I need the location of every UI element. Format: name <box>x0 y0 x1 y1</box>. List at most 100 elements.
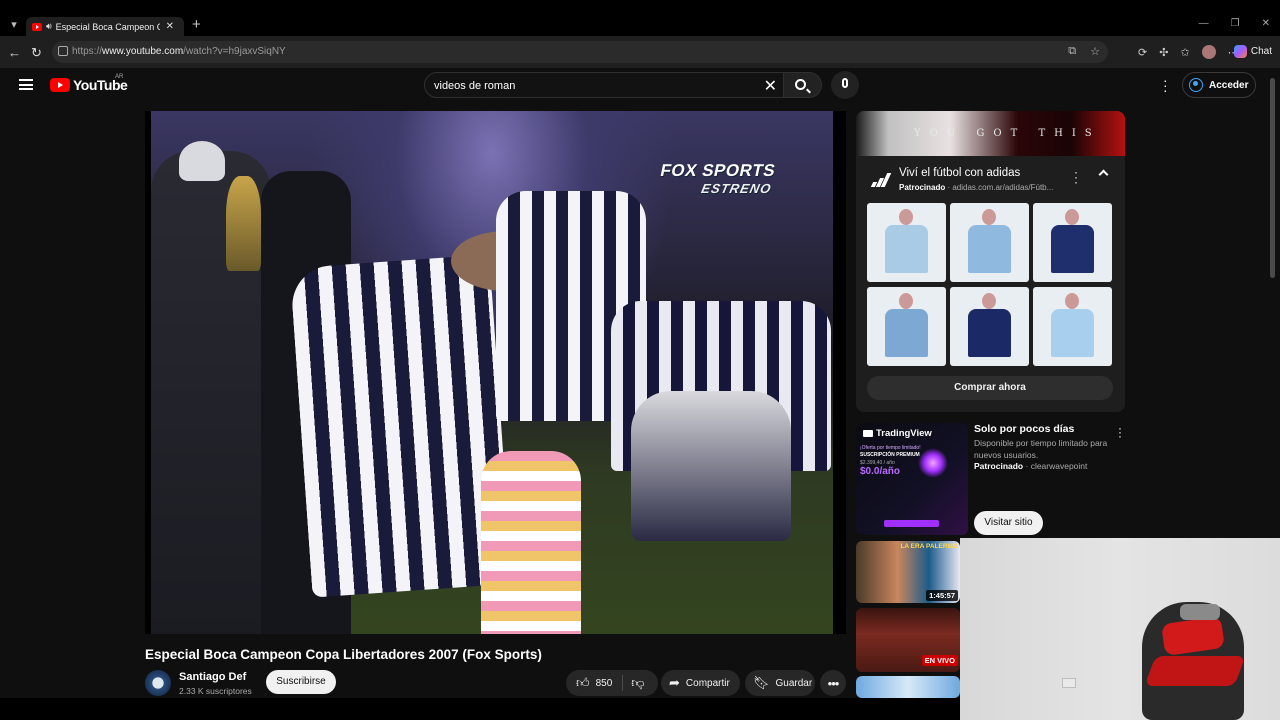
ad-banner-text: YOU GOT THIS <box>914 128 1101 139</box>
ad-title[interactable]: Viví el fútbol con adidas <box>899 167 1020 179</box>
url-text[interactable]: https://www.youtube.com/watch?v=h9jaxvSi… <box>72 46 286 57</box>
url-bar[interactable]: https://www.youtube.com/watch?v=h9jaxvSi… <box>52 41 1108 63</box>
bookmark-star-icon[interactable]: ☆ <box>1090 45 1100 58</box>
recommended-video-thumbnail[interactable] <box>856 676 960 698</box>
audio-playing-icon[interactable]: 🔊︎ <box>46 21 52 32</box>
browser-tab-bar: ▾ 🔊︎ Especial Boca Campeon Copa Libertad… <box>0 0 1280 36</box>
video-figure <box>481 451 581 634</box>
refresh-sync-icon[interactable]: ⟳ <box>1138 46 1147 59</box>
copilot-logo-icon <box>1233 45 1247 58</box>
share-label: Compartir <box>685 677 730 689</box>
install-app-icon[interactable]: ⧉ <box>1068 45 1076 58</box>
search-input[interactable]: videos de roman ✕ <box>424 72 784 98</box>
copilot-chat-button[interactable]: Chat <box>1233 45 1272 58</box>
channel-name[interactable]: Santiago Def <box>179 671 246 683</box>
channel-avatar[interactable] <box>145 670 171 696</box>
profile-avatar-icon[interactable] <box>1201 45 1216 59</box>
page-scrollbar-thumb[interactable] <box>1270 78 1275 278</box>
tradingview-ad-thumbnail[interactable]: TradingView ¡Oferta por tiempo limitado!… <box>856 423 968 535</box>
more-actions-button[interactable]: ••• <box>820 670 846 696</box>
ad-product-tile[interactable] <box>1033 287 1112 366</box>
webcam-chair-panel <box>1144 656 1246 686</box>
like-dislike-group: 👍︎ 850 👎︎ <box>566 670 658 696</box>
ad-banner-image[interactable]: YOU GOT THIS <box>856 111 1125 156</box>
youtube-play-logo-icon <box>50 78 70 92</box>
webcam-chair-headrest <box>1180 604 1220 620</box>
video-figure <box>179 141 225 181</box>
site-info-icon[interactable] <box>58 46 68 56</box>
ad-domain: adidas.com.ar/adidas/Fútb... <box>952 183 1054 192</box>
visit-site-button[interactable]: Visitar sitio <box>974 511 1043 535</box>
subscribe-button[interactable]: Suscribirse <box>266 670 336 694</box>
live-badge: EN VIVO <box>921 655 958 666</box>
product-jersey-image <box>1051 225 1094 273</box>
like-button[interactable]: 👍︎ 850 <box>566 675 624 691</box>
ad-product-tile[interactable] <box>867 203 946 282</box>
product-jersey-image <box>885 309 928 357</box>
product-model-head <box>899 293 913 309</box>
ad-product-grid <box>867 203 1112 366</box>
ad-product-tile[interactable] <box>867 287 946 366</box>
favorites-icon[interactable]: ✩ <box>1180 46 1189 59</box>
tv-ad-title[interactable]: Solo por pocos días <box>974 423 1074 435</box>
ad-product-tile[interactable] <box>1033 203 1112 282</box>
thumbnail-overlay-text: LA ERA PALERMO <box>900 543 958 550</box>
settings-kebab-icon[interactable]: · · · <box>1163 73 1168 97</box>
menu-hamburger-icon[interactable] <box>19 79 33 90</box>
search-query-text[interactable]: videos de roman <box>434 80 515 92</box>
recommended-video-thumbnail[interactable]: LA ERA PALERMO 1:45:57 <box>856 541 960 603</box>
sign-in-button[interactable]: Acceder <box>1182 72 1256 98</box>
browser-tab-active[interactable]: 🔊︎ Especial Boca Campeon Copa Libertador… <box>26 17 184 36</box>
ad-product-tile[interactable] <box>950 287 1029 366</box>
channel-subscriber-count: 2.33 K suscriptores <box>179 686 252 696</box>
tv-advertiser: clearwavepoint <box>1030 461 1088 471</box>
extensions-icon[interactable]: ✣ <box>1159 46 1168 59</box>
product-jersey-image <box>1051 309 1094 357</box>
save-button[interactable]: 🔖︎ Guardar <box>745 670 815 696</box>
product-model-head <box>899 209 913 225</box>
tv-ad-description: Disponible por tiempo limitado para nuev… <box>974 438 1108 460</box>
share-arrow-icon: ➦ <box>669 675 680 690</box>
close-window-icon[interactable]: ✕ <box>1262 18 1270 29</box>
ad-collapse-chevron-icon[interactable] <box>1098 169 1109 180</box>
tv-promo-price: $0.0/año <box>860 466 901 477</box>
webcam-overlay <box>960 538 1280 720</box>
microphone-icon <box>842 78 848 88</box>
country-code: AR <box>115 74 124 80</box>
shop-now-button[interactable]: Comprar ahora <box>867 376 1113 400</box>
url-bar-actions: ⧉ ☆ <box>1068 45 1100 58</box>
bookmark-icon: 🔖︎ <box>753 675 770 690</box>
restore-icon[interactable]: ❐ <box>1231 18 1240 29</box>
search-button[interactable] <box>784 72 822 98</box>
tv-promo-line: ¡Oferta por tiempo limitado! <box>860 445 921 451</box>
tv-glow-graphic <box>918 448 948 478</box>
voice-search-button[interactable] <box>831 71 859 99</box>
tv-thumb-cta <box>884 520 939 527</box>
adidas-ad-card[interactable]: YOU GOT THIS Viví el fútbol con adidas P… <box>856 111 1125 412</box>
webcam-wall-switch <box>1062 678 1076 688</box>
fox-sports-sub: ESTRENO <box>700 181 774 196</box>
video-frame[interactable]: FOX SPORTS ESTRENO <box>151 111 833 634</box>
sponsored-label: Patrocinado <box>974 461 1024 471</box>
toolbar-icons: ⟳ ✣ ✩ ⋯ <box>1138 45 1239 59</box>
tab-close-icon[interactable]: ✕ <box>166 21 174 32</box>
tradingview-logo-icon <box>863 430 873 437</box>
recommended-video-thumbnail[interactable]: EN VIVO <box>856 608 960 672</box>
minimize-icon[interactable]: — <box>1199 18 1209 29</box>
new-tab-plus-icon[interactable]: + <box>192 16 201 33</box>
reload-icon[interactable]: ↻ <box>31 45 42 61</box>
tv-ad-kebab-icon[interactable]: · · · <box>1118 422 1122 442</box>
product-model-head <box>982 209 996 225</box>
clear-search-icon[interactable]: ✕ <box>764 76 777 96</box>
ad-menu-kebab-icon[interactable]: · · · <box>1074 166 1078 188</box>
chat-label: Chat <box>1250 46 1272 57</box>
ad-product-tile[interactable] <box>950 203 1029 282</box>
share-button[interactable]: ➦ Compartir <box>661 670 740 696</box>
video-title: Especial Boca Campeon Copa Libertadores … <box>145 647 542 662</box>
video-player[interactable]: FOX SPORTS ESTRENO <box>145 111 846 634</box>
back-arrow-icon[interactable]: ← <box>8 45 21 60</box>
dislike-button[interactable]: 👎︎ <box>623 675 644 691</box>
tab-list-chevron-icon[interactable]: ▾ <box>6 17 22 33</box>
product-model-head <box>1065 209 1079 225</box>
thumbs-down-icon: 👎︎ <box>631 675 645 690</box>
